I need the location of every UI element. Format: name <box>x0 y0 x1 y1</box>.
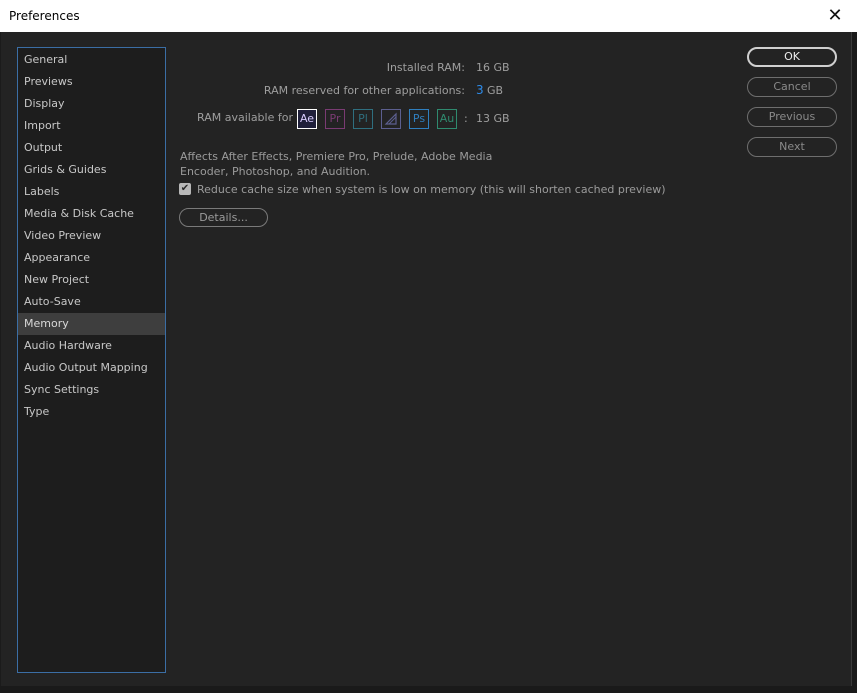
ram-reserved-value[interactable]: 3 <box>476 83 484 97</box>
close-icon: ✕ <box>827 5 843 26</box>
sidebar-item-import[interactable]: Import <box>18 115 165 137</box>
ram-available-separator: : <box>464 112 468 125</box>
window-title: Preferences <box>9 9 80 23</box>
details-button[interactable]: Details... <box>179 208 268 227</box>
media-encoder-icon <box>381 109 401 129</box>
ram-available-value: 13 GB <box>476 112 510 125</box>
window-edge-bottom <box>0 686 857 693</box>
reduce-cache-label: Reduce cache size when system is low on … <box>197 183 666 196</box>
reduce-cache-checkbox[interactable]: ✔ <box>179 183 191 195</box>
category-list[interactable]: General Previews Display Import Output Grids … <box>17 47 166 673</box>
ram-available-label: RAM available for <box>197 111 293 124</box>
category-list-items: General Previews Display Import Output Grids … <box>18 49 165 423</box>
title-bar: Preferences ✕ <box>0 0 857 32</box>
installed-ram-value: 16 GB <box>476 61 510 74</box>
sidebar-item-memory[interactable]: Memory <box>18 313 165 335</box>
installed-ram-label: Installed RAM: <box>386 61 465 74</box>
next-button[interactable]: Next <box>747 137 837 157</box>
checkmark-icon: ✔ <box>180 183 190 194</box>
memory-description: Affects After Effects, Premiere Pro, Pre… <box>180 150 493 178</box>
sidebar-item-display[interactable]: Display <box>18 93 165 115</box>
premiere-pro-icon: Pr <box>325 109 345 129</box>
sidebar-item-previews[interactable]: Previews <box>18 71 165 93</box>
sidebar-item-media-and-disk-cache[interactable]: Media & Disk Cache <box>18 203 165 225</box>
sidebar-item-auto-save[interactable]: Auto-Save <box>18 291 165 313</box>
ram-reserved-unit: GB <box>487 84 504 97</box>
sidebar-item-sync-settings[interactable]: Sync Settings <box>18 379 165 401</box>
sidebar-item-new-project[interactable]: New Project <box>18 269 165 291</box>
previous-button[interactable]: Previous <box>747 107 837 127</box>
prelude-icon: Pl <box>353 109 373 129</box>
sidebar-item-general[interactable]: General <box>18 49 165 71</box>
sidebar-item-output[interactable]: Output <box>18 137 165 159</box>
sidebar-item-audio-output-mapping[interactable]: Audio Output Mapping <box>18 357 165 379</box>
window-edge-right <box>852 32 857 693</box>
cancel-button[interactable]: Cancel <box>747 77 837 97</box>
after-effects-icon: Ae <box>297 109 317 129</box>
sidebar-item-labels[interactable]: Labels <box>18 181 165 203</box>
dialog-body: General Previews Display Import Output Grids … <box>1 32 852 686</box>
sidebar-item-video-preview[interactable]: Video Preview <box>18 225 165 247</box>
sidebar-item-type[interactable]: Type <box>18 401 165 423</box>
sidebar-item-audio-hardware[interactable]: Audio Hardware <box>18 335 165 357</box>
sidebar-item-appearance[interactable]: Appearance <box>18 247 165 269</box>
sidebar-item-grids-and-guides[interactable]: Grids & Guides <box>18 159 165 181</box>
ram-reserved-label: RAM reserved for other applications: <box>263 84 465 97</box>
photoshop-icon: Ps <box>409 109 429 129</box>
audition-icon: Au <box>437 109 457 129</box>
close-button[interactable]: ✕ <box>813 0 857 32</box>
ok-button[interactable]: OK <box>747 47 837 67</box>
